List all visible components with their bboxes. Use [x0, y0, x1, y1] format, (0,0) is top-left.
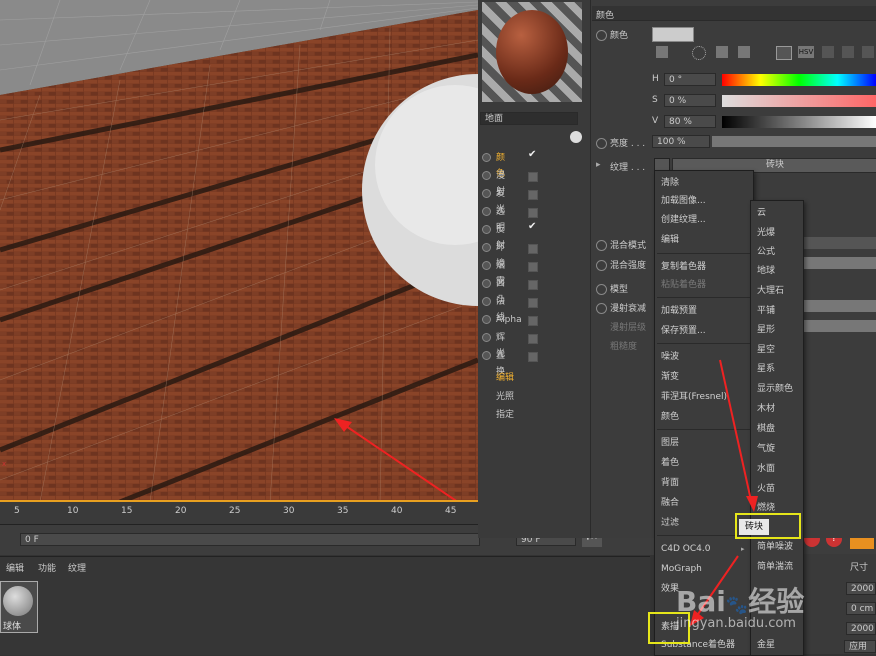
annotation-arrows [690, 359, 758, 626]
watermark-url: jingyan.baidu.com [676, 616, 796, 631]
watermark: Bai🐾经验 [676, 585, 805, 618]
